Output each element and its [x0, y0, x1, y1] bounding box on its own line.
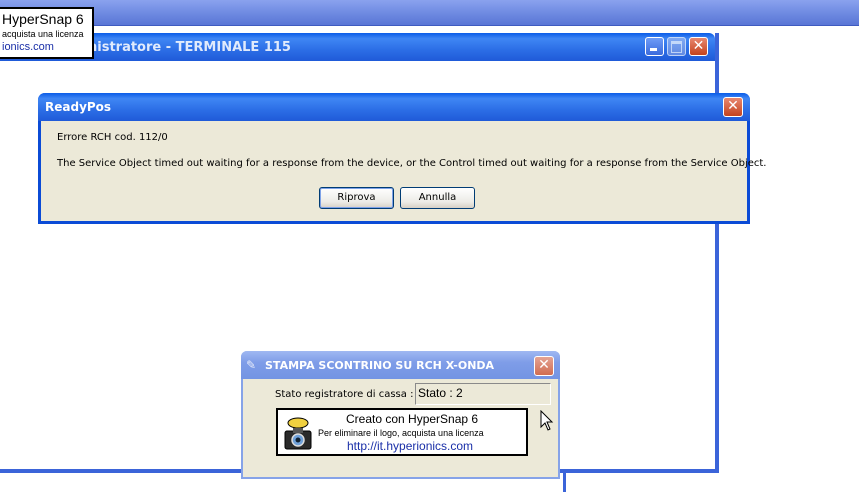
main-window-title: nistratore - TERMINALE 115 [88, 40, 291, 55]
stampa-title: STAMPA SCONTRINO SU RCH X-ONDA [265, 359, 495, 372]
main-window-titlebar[interactable]: nistratore - TERMINALE 115 ✕ [0, 33, 715, 61]
mouse-cursor-icon [540, 410, 554, 431]
watermark-link: http://it.hyperionics.com [347, 439, 474, 453]
status-label: Stato registratore di cassa : [275, 389, 414, 400]
printer-icon: ✎ [246, 358, 257, 372]
minimize-button[interactable] [645, 37, 664, 56]
close-icon: ✕ [727, 98, 739, 114]
maximize-button[interactable] [667, 37, 686, 56]
close-icon: ✕ [692, 38, 705, 54]
stampa-titlebar[interactable]: ✎ STAMPA SCONTRINO SU RCH X-ONDA ✕ [241, 351, 560, 379]
camera-icon [284, 417, 312, 450]
watermark-line-1: HyperSnap 6 [2, 11, 84, 27]
readypos-close-button[interactable]: ✕ [723, 97, 743, 117]
stampa-dialog: ✎ STAMPA SCONTRINO SU RCH X-ONDA ✕ Stato… [241, 351, 560, 479]
readypos-title: ReadyPos [45, 100, 112, 114]
stampa-close-button[interactable]: ✕ [534, 356, 554, 376]
watermark-line-1: Creato con HyperSnap 6 [346, 412, 479, 426]
hypersnap-watermark-top: HyperSnap 6 acquista una licenza ionics.… [0, 7, 94, 59]
readypos-dialog: ReadyPos ✕ Errore RCH cod. 112/0 The Ser… [38, 93, 766, 224]
retry-button[interactable]: Riprova [319, 187, 394, 209]
readypos-titlebar[interactable]: ReadyPos ✕ [38, 93, 750, 121]
watermark-line-2: Per eliminare il logo, acquista una lice… [318, 428, 484, 438]
error-code: Errore RCH cod. 112/0 [57, 132, 168, 143]
watermark-line-2: acquista una licenza [2, 29, 84, 39]
status-value-field: Stato : 2 [415, 383, 551, 405]
error-message: The Service Object timed out waiting for… [57, 158, 767, 169]
hypersnap-watermark: Creato con HyperSnap 6 Per eliminare il … [276, 408, 528, 456]
cancel-button[interactable]: Annulla [400, 187, 475, 209]
window-edge [563, 469, 566, 492]
close-button[interactable]: ✕ [689, 37, 708, 56]
close-icon: ✕ [538, 357, 550, 373]
watermark-line-3: ionics.com [2, 41, 54, 53]
taskbar [0, 0, 859, 26]
